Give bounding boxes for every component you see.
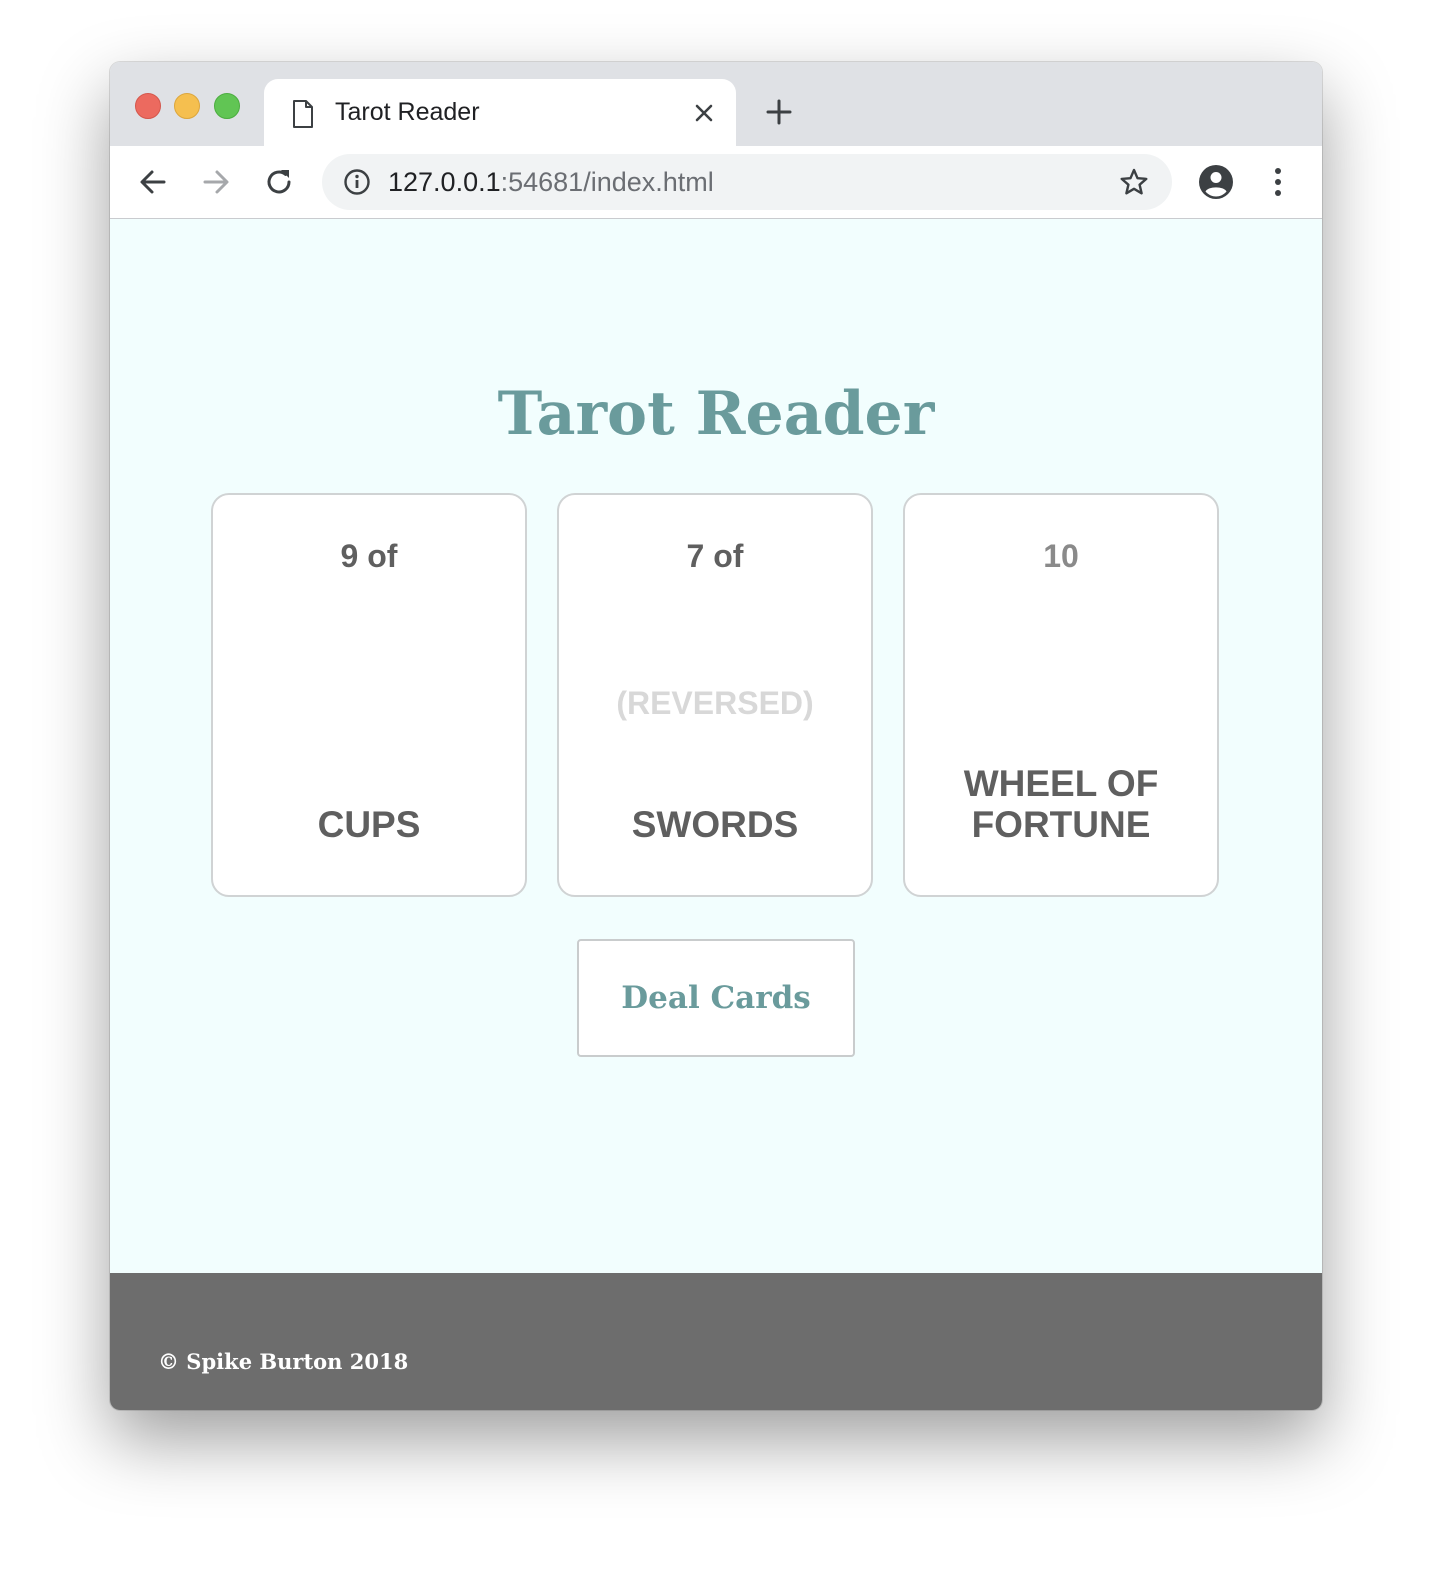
- browser-toolbar: 127.0.0.1:54681/index.html: [110, 146, 1322, 219]
- card-rank: 7 of: [686, 538, 744, 574]
- reload-icon[interactable]: [262, 165, 296, 199]
- star-icon[interactable]: [1119, 167, 1149, 197]
- url-host: 127.0.0.1: [388, 167, 501, 197]
- info-icon[interactable]: [343, 168, 371, 196]
- account-icon[interactable]: [1198, 164, 1234, 200]
- browser-window: Tarot Reader 127.0.0.1:54681/index.html …: [110, 62, 1322, 1410]
- tarot-card: 9 of CUPS: [211, 493, 527, 897]
- card-suit: WHEEL OF FORTUNE: [963, 763, 1159, 845]
- tab-strip: Tarot Reader: [110, 62, 1322, 147]
- url-path: :54681/index.html: [500, 167, 714, 197]
- kebab-menu-icon[interactable]: [1266, 164, 1290, 200]
- tab-tarot-reader[interactable]: Tarot Reader: [264, 79, 736, 147]
- page-title: Tarot Reader: [497, 379, 935, 449]
- card-rank: 9 of: [340, 538, 398, 574]
- arrow-left-icon[interactable]: [136, 165, 170, 199]
- document-icon: [293, 100, 313, 128]
- close-window-button[interactable]: [135, 93, 161, 119]
- minimize-window-button[interactable]: [174, 93, 200, 119]
- address-bar[interactable]: 127.0.0.1:54681/index.html: [322, 154, 1172, 210]
- url-text[interactable]: 127.0.0.1:54681/index.html: [388, 165, 714, 199]
- deal-cards-button[interactable]: Deal Cards: [577, 939, 855, 1057]
- card-suit: CUPS: [317, 804, 421, 845]
- page-content: Tarot Reader 9 of CUPS 7 of (REVERSED) S…: [110, 219, 1322, 1273]
- tarot-card: 10 WHEEL OF FORTUNE: [903, 493, 1219, 897]
- close-icon[interactable]: [692, 101, 716, 125]
- card-rank: 10: [1043, 538, 1079, 574]
- arrow-right-icon[interactable]: [199, 165, 233, 199]
- footer: © Spike Burton 2018: [110, 1273, 1322, 1410]
- tarot-card: 7 of (REVERSED) SWORDS: [557, 493, 873, 897]
- tab-title: Tarot Reader: [335, 98, 480, 126]
- card-suit: SWORDS: [631, 804, 799, 845]
- card-reversed-label: (REVERSED): [616, 685, 814, 721]
- maximize-window-button[interactable]: [214, 93, 240, 119]
- plus-icon[interactable]: [764, 97, 794, 127]
- copyright-text: © Spike Burton 2018: [158, 1349, 409, 1374]
